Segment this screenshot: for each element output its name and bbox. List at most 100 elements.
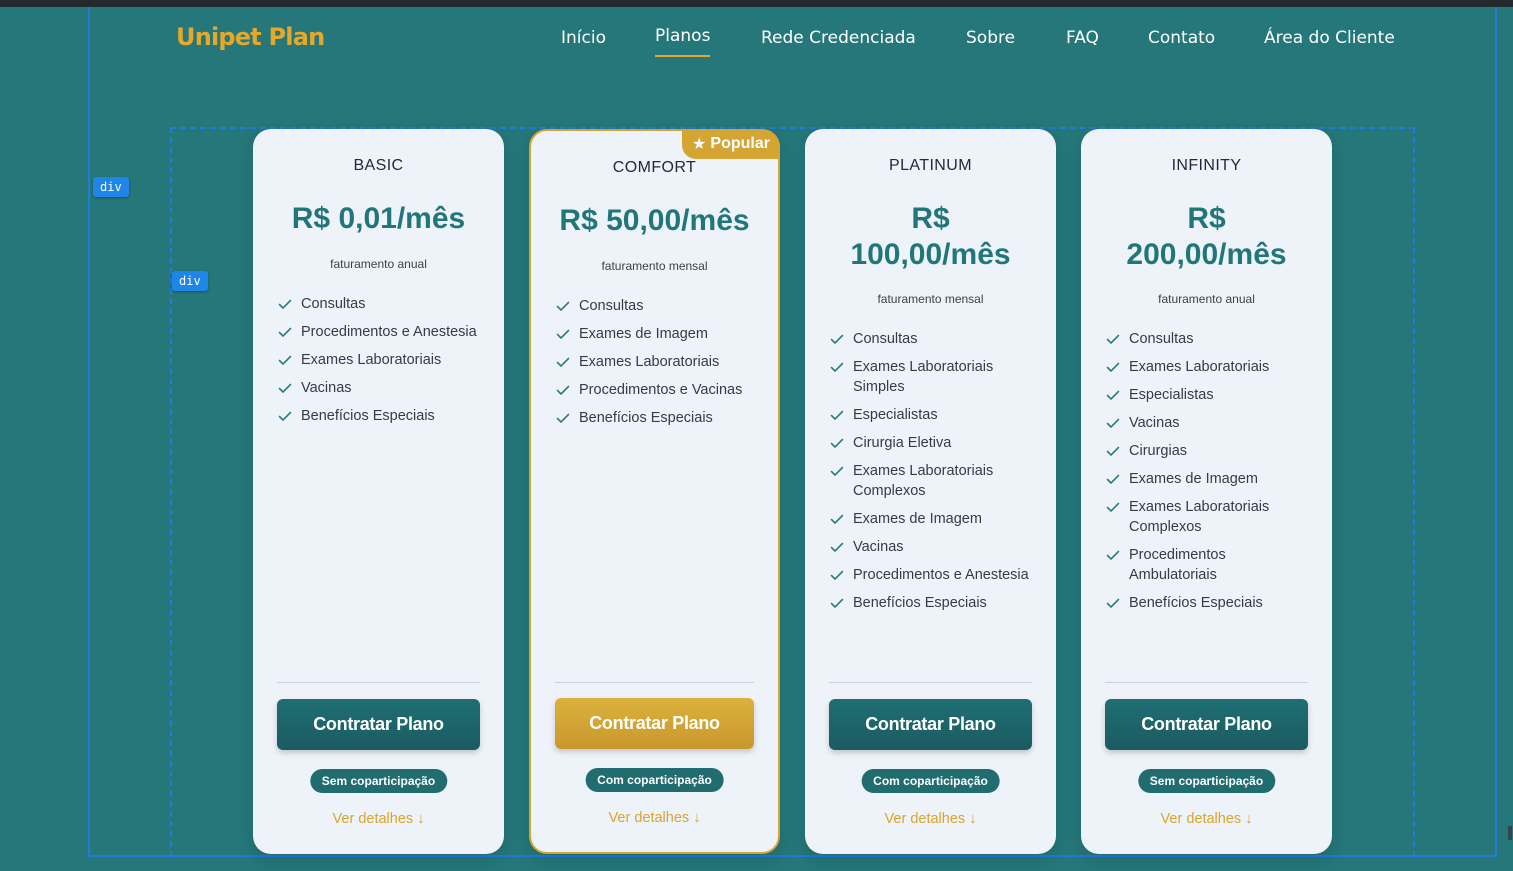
feature-item: Especialistas: [1105, 385, 1315, 405]
check-icon: [830, 334, 844, 344]
feature-item: Consultas: [277, 294, 487, 314]
devtools-tag-inner: div: [172, 271, 208, 291]
feature-item: Consultas: [1105, 329, 1315, 349]
copay-badge: Sem coparticipação: [1137, 769, 1276, 793]
nav-link-faq[interactable]: FAQ: [1066, 28, 1099, 48]
feature-label: Exames Laboratoriais Simples: [853, 359, 994, 395]
feature-label: Exames Laboratoriais: [301, 352, 442, 368]
check-icon: [830, 410, 844, 420]
feature-item: Benefícios Especiais: [1105, 593, 1315, 613]
feature-label: Cirurgias: [1129, 443, 1188, 459]
feature-label: Procedimentos Ambulatoriais: [1129, 547, 1226, 583]
check-icon: [556, 413, 570, 423]
nav-link-rede-credenciada[interactable]: Rede Credenciada: [761, 28, 916, 48]
check-icon: [1106, 474, 1120, 484]
check-icon: [278, 411, 292, 421]
feature-item: Exames Laboratoriais Simples: [829, 357, 1039, 397]
check-icon: [556, 301, 570, 311]
feature-label: Vacinas: [301, 380, 352, 396]
check-icon: [1106, 390, 1120, 400]
nav-link-inicio[interactable]: Início: [561, 28, 606, 48]
popular-badge: ★ Popular: [682, 129, 780, 159]
ver-detalhes-link[interactable]: Ver detalhes ↓: [531, 810, 778, 826]
plan-card-platinum: PLATINUM R$ 100,00/mês faturamento mensa…: [805, 129, 1056, 854]
check-icon: [556, 385, 570, 395]
feature-label: Exames Laboratoriais Complexos: [853, 463, 994, 499]
plan-price: R$ 100,00/mês: [850, 202, 1011, 271]
ver-detalhes-link[interactable]: Ver detalhes ↓: [1081, 811, 1332, 827]
plan-name: BASIC: [353, 157, 404, 174]
feature-list: Consultas Exames de Imagem Exames Laborato…: [555, 296, 765, 436]
feature-label: Consultas: [301, 296, 366, 312]
feature-item: Benefícios Especiais: [555, 408, 765, 428]
check-icon: [1106, 598, 1120, 608]
contratar-plano-button[interactable]: Contratar Plano: [277, 699, 480, 750]
check-icon: [1106, 362, 1120, 372]
feature-item: Especialistas: [829, 405, 1039, 425]
feature-item: Exames de Imagem: [555, 324, 765, 344]
check-icon: [830, 598, 844, 608]
feature-label: Exames Laboratoriais Complexos: [1129, 499, 1270, 535]
feature-label: Especialistas: [1129, 387, 1214, 403]
feature-label: Exames Laboratoriais: [579, 354, 720, 370]
feature-item: Procedimentos e Vacinas: [555, 380, 765, 400]
plan-card-basic: BASIC R$ 0,01/mês faturamento anual Cons…: [253, 129, 504, 854]
billing-period: faturamento anual: [330, 257, 427, 271]
billing-period: faturamento mensal: [877, 292, 984, 306]
popular-label: Popular: [710, 135, 770, 152]
check-icon: [830, 438, 844, 448]
feature-item: Procedimentos Ambulatoriais: [1105, 545, 1315, 585]
plan-price: R$ 0,01/mês: [291, 202, 466, 235]
card-divider: [277, 682, 480, 683]
feature-label: Vacinas: [1129, 415, 1180, 431]
feature-label: Consultas: [1129, 331, 1194, 347]
check-icon: [830, 514, 844, 524]
star-icon: ★: [692, 136, 707, 153]
check-icon: [1106, 334, 1120, 344]
plan-name: INFINITY: [1171, 157, 1242, 174]
feature-item: Exames Laboratoriais: [555, 352, 765, 372]
contratar-plano-button[interactable]: Contratar Plano: [1105, 699, 1308, 750]
check-icon: [830, 362, 844, 372]
check-icon: [278, 355, 292, 365]
feature-label: Vacinas: [853, 539, 904, 555]
check-icon: [1106, 502, 1120, 512]
feature-item: Exames Laboratoriais Complexos: [1105, 497, 1315, 537]
plan-card-infinity: INFINITY R$ 200,00/mês faturamento anual…: [1081, 129, 1332, 854]
billing-period: faturamento mensal: [601, 259, 708, 273]
ver-detalhes-link[interactable]: Ver detalhes ↓: [253, 811, 504, 827]
nav-link-planos[interactable]: Planos: [655, 26, 711, 57]
plan-price: R$ 50,00/mês: [559, 204, 750, 237]
devtools-tag-outer: div: [93, 177, 129, 197]
contratar-plano-button[interactable]: Contratar Plano: [555, 698, 754, 749]
feature-item: Procedimentos e Anestesia: [829, 565, 1039, 585]
check-icon: [830, 570, 844, 580]
billing-period: faturamento anual: [1158, 292, 1255, 306]
main-nav: Início Planos Rede Credenciada Sobre FAQ…: [0, 26, 1513, 62]
contratar-plano-button[interactable]: Contratar Plano: [829, 699, 1032, 750]
card-divider: [555, 682, 754, 683]
feature-list: Consultas Procedimentos e Anestesia Exames…: [277, 294, 487, 434]
feature-item: Exames Laboratoriais Complexos: [829, 461, 1039, 501]
feature-label: Especialistas: [853, 407, 938, 423]
copay-badge: Sem coparticipação: [309, 769, 448, 793]
plan-price: R$ 200,00/mês: [1126, 202, 1287, 271]
feature-label: Exames de Imagem: [853, 511, 982, 527]
nav-link-area-do-cliente[interactable]: Área do Cliente: [1264, 28, 1395, 48]
feature-item: Benefícios Especiais: [829, 593, 1039, 613]
feature-item: Consultas: [829, 329, 1039, 349]
ver-detalhes-link[interactable]: Ver detalhes ↓: [805, 811, 1056, 827]
feature-item: Exames de Imagem: [1105, 469, 1315, 489]
feature-item: Vacinas: [1105, 413, 1315, 433]
nav-link-sobre[interactable]: Sobre: [966, 28, 1015, 48]
nav-link-contato[interactable]: Contato: [1148, 28, 1215, 48]
plan-name: COMFORT: [612, 159, 697, 176]
check-icon: [556, 329, 570, 339]
browser-top-bar: [0, 0, 1513, 7]
feature-label: Cirurgia Eletiva: [853, 435, 952, 451]
feature-item: Consultas: [555, 296, 765, 316]
feature-item: Exames Laboratoriais: [1105, 357, 1315, 377]
copay-badge: Com coparticipação: [861, 769, 1000, 793]
feature-label: Benefícios Especiais: [301, 408, 435, 424]
feature-item: Benefícios Especiais: [277, 406, 487, 426]
